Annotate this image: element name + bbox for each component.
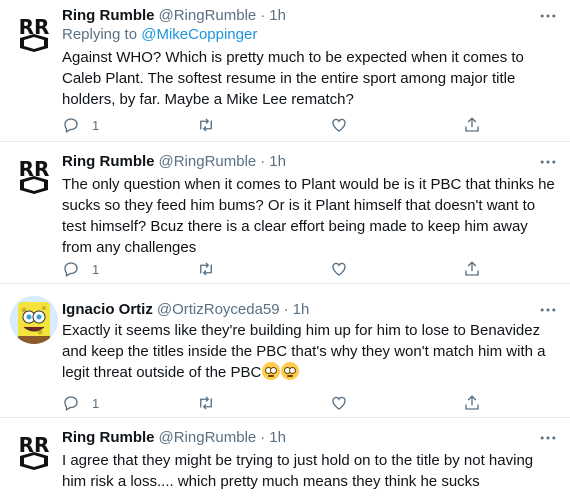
- separator: ·: [260, 428, 266, 446]
- tweet[interactable]: RR Ring Rumble @RingRumble · 1h I agree …: [0, 418, 570, 496]
- avatar-ring-rumble[interactable]: RR: [10, 426, 58, 474]
- ring-rumble-logo-icon: RR: [10, 8, 58, 56]
- replying-to: Replying to @MikeCoppinger: [62, 26, 257, 43]
- retweet-button[interactable]: [197, 116, 215, 134]
- separator: ·: [260, 6, 266, 24]
- reply-count: 1: [92, 117, 100, 133]
- share-icon: [465, 395, 479, 410]
- like-button[interactable]: [330, 394, 348, 412]
- tweet[interactable]: Ignacio Ortiz @OrtizRoyceda59 · 1h Exact…: [0, 284, 570, 418]
- reply-icon: [64, 262, 78, 277]
- share-button[interactable]: [463, 260, 481, 278]
- retweet-button[interactable]: [197, 260, 215, 278]
- tweet-text: The only question when it comes to Plant…: [62, 176, 555, 256]
- more-options-icon[interactable]: [538, 300, 558, 320]
- tweet-text: Exactly it seems like they're building h…: [62, 320, 556, 383]
- handle[interactable]: @RingRumble: [159, 7, 257, 24]
- display-name[interactable]: Ignacio Ortiz: [62, 301, 153, 318]
- timestamp[interactable]: 1h: [269, 7, 286, 24]
- reply-icon: [64, 118, 78, 133]
- tweet-header: Ring Rumble @RingRumble · 1h: [62, 4, 286, 26]
- retweet-icon: [200, 396, 212, 410]
- tweet-text-content: Exactly it seems like they're building h…: [62, 322, 546, 381]
- reply-button[interactable]: 1: [62, 394, 99, 412]
- sponge-avatar-icon: [10, 296, 58, 344]
- rolling-eyes-emoji-icon: [262, 362, 281, 380]
- heart-icon: [332, 262, 346, 276]
- handle[interactable]: @OrtizRoyceda59: [157, 301, 280, 318]
- display-name[interactable]: Ring Rumble: [62, 7, 155, 24]
- rolling-eyes-emoji-icon: [281, 362, 300, 380]
- retweet-icon: [200, 118, 212, 132]
- handle[interactable]: @RingRumble: [159, 429, 257, 446]
- reply-button[interactable]: 1: [62, 116, 99, 134]
- ring-rumble-logo-icon: RR: [10, 426, 58, 474]
- tweet[interactable]: RR Ring Rumble @RingRumble · 1h Replying…: [0, 0, 570, 142]
- more-options-icon[interactable]: [538, 428, 558, 448]
- separator: ·: [260, 152, 266, 170]
- retweet-button[interactable]: [197, 394, 215, 412]
- tweet-header: Ignacio Ortiz @OrtizRoyceda59 · 1h: [62, 298, 309, 320]
- avatar-ring-rumble[interactable]: RR: [10, 8, 58, 56]
- like-button[interactable]: [330, 116, 348, 134]
- display-name[interactable]: Ring Rumble: [62, 153, 155, 170]
- timestamp[interactable]: 1h: [293, 301, 310, 318]
- tweet-header: Ring Rumble @RingRumble · 1h: [62, 150, 286, 172]
- tweet-actions: 1: [62, 394, 502, 414]
- reply-count: 1: [92, 395, 100, 411]
- avatar-ignacio-ortiz[interactable]: [10, 296, 58, 344]
- timestamp[interactable]: 1h: [269, 429, 286, 446]
- retweet-icon: [200, 262, 212, 276]
- share-icon: [465, 117, 479, 132]
- tweet[interactable]: RR Ring Rumble @RingRumble · 1h The only…: [0, 142, 570, 284]
- tweet-actions: 1: [62, 116, 502, 136]
- share-button[interactable]: [463, 394, 481, 412]
- heart-icon: [332, 118, 346, 132]
- more-options-icon[interactable]: [538, 6, 558, 26]
- avatar-ring-rumble[interactable]: RR: [10, 150, 58, 198]
- like-button[interactable]: [330, 260, 348, 278]
- display-name[interactable]: Ring Rumble: [62, 429, 155, 446]
- tweet-header: Ring Rumble @RingRumble · 1h: [62, 426, 286, 448]
- handle[interactable]: @RingRumble: [159, 153, 257, 170]
- tweet-text: Against WHO? Which is pretty much to be …: [62, 49, 524, 108]
- tweet-text: I agree that they might be trying to jus…: [62, 452, 534, 490]
- heart-icon: [332, 396, 346, 410]
- separator: ·: [283, 300, 289, 318]
- timestamp[interactable]: 1h: [269, 153, 286, 170]
- reply-icon: [64, 396, 78, 411]
- share-button[interactable]: [463, 116, 481, 134]
- ring-rumble-logo-icon: RR: [10, 150, 58, 198]
- reply-button[interactable]: 1: [62, 260, 99, 278]
- share-icon: [465, 261, 479, 276]
- tweet-actions: 1: [62, 260, 502, 280]
- more-options-icon[interactable]: [538, 152, 558, 172]
- reply-count: 1: [92, 261, 100, 277]
- reply-prefix: Replying to: [62, 26, 138, 43]
- reply-handle-link[interactable]: @MikeCoppinger: [141, 26, 257, 43]
